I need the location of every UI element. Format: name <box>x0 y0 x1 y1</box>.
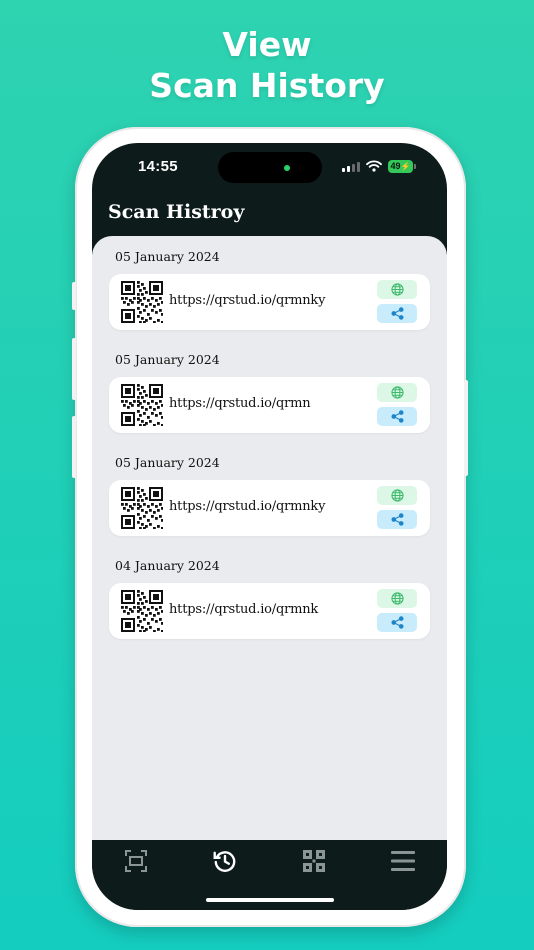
home-indicator <box>206 898 334 902</box>
share-icon <box>390 410 404 423</box>
history-list: 05 January 2024 https://qrstud.io/qrmnky … <box>92 236 447 840</box>
share-button[interactable] <box>377 304 417 323</box>
menu-icon <box>391 851 415 871</box>
status-time: 14:55 <box>138 158 178 175</box>
history-item[interactable]: https://qrstud.io/qrmn <box>109 377 430 433</box>
globe-icon <box>390 386 404 399</box>
history-item[interactable]: https://qrstud.io/qrmnky <box>109 480 430 536</box>
wifi-icon <box>366 160 382 172</box>
promo-headline: View Scan History <box>0 24 534 106</box>
phone-screen: 14:55 49 ⚡ Scan Histroy 05 January 2024 ht… <box>92 143 447 910</box>
open-in-browser-button[interactable] <box>377 280 417 299</box>
globe-icon <box>390 489 404 502</box>
open-in-browser-button[interactable] <box>377 589 417 608</box>
history-item[interactable]: https://qrstud.io/qrmnky <box>109 274 430 330</box>
history-item[interactable]: https://qrstud.io/qrmnk <box>109 583 430 639</box>
phone-side-button <box>72 282 76 310</box>
history-date: 05 January 2024 <box>115 249 220 264</box>
qr-code-icon <box>121 590 163 632</box>
nav-menu[interactable] <box>390 848 416 874</box>
phone-volume-down-button <box>72 416 76 478</box>
open-in-browser-button[interactable] <box>377 383 417 402</box>
history-date: 04 January 2024 <box>115 558 220 573</box>
qr-code-icon <box>121 487 163 529</box>
share-icon <box>390 307 404 320</box>
open-in-browser-button[interactable] <box>377 486 417 505</box>
history-url: https://qrstud.io/qrmn <box>169 396 311 411</box>
page-title: Scan Histroy <box>108 201 245 223</box>
status-indicators: 49 ⚡ <box>342 159 416 173</box>
battery-level: 49 <box>390 161 401 171</box>
battery-icon: 49 ⚡ <box>388 159 416 173</box>
share-icon <box>390 513 404 526</box>
history-url: https://qrstud.io/qrmnky <box>169 499 326 514</box>
phone-volume-up-button <box>72 338 76 400</box>
nav-history[interactable] <box>212 848 238 874</box>
share-button[interactable] <box>377 510 417 529</box>
phone-power-button <box>464 380 468 476</box>
share-icon <box>390 616 404 629</box>
nav-scan[interactable] <box>123 848 149 874</box>
history-url: https://qrstud.io/qrmnky <box>169 293 326 308</box>
dynamic-island <box>218 152 322 183</box>
globe-icon <box>390 283 404 296</box>
history-icon <box>213 851 236 872</box>
share-button[interactable] <box>377 613 417 632</box>
qr-code-icon <box>121 384 163 426</box>
camera-indicator-dot <box>284 165 290 171</box>
history-date: 05 January 2024 <box>115 455 220 470</box>
scan-icon <box>125 850 147 872</box>
history-url: https://qrstud.io/qrmnk <box>169 602 319 617</box>
history-date: 05 January 2024 <box>115 352 220 367</box>
globe-icon <box>390 592 404 605</box>
nav-qr-generator[interactable] <box>301 848 327 874</box>
share-button[interactable] <box>377 407 417 426</box>
promo-headline-line1: View <box>222 25 312 64</box>
promo-headline-line2: Scan History <box>149 66 385 105</box>
qr-code-icon <box>121 281 163 323</box>
cellular-signal-icon <box>342 161 360 172</box>
qr-grid-icon <box>303 850 325 872</box>
